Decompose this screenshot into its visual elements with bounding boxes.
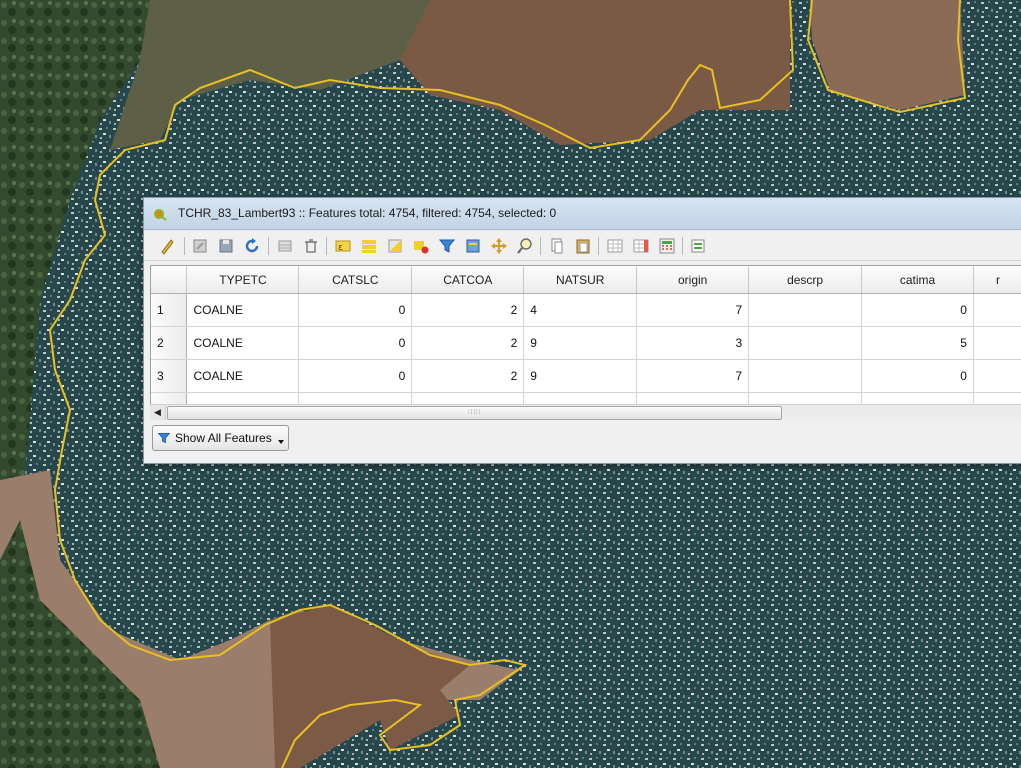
- table-cell[interactable]: 3: [636, 326, 750, 360]
- show-all-features-label: Show All Features: [175, 431, 272, 445]
- deselect-all-icon[interactable]: [410, 235, 432, 257]
- table-cell[interactable]: 2: [411, 326, 525, 360]
- filter-icon: [157, 432, 171, 444]
- table-cell[interactable]: COALNE: [186, 359, 300, 393]
- invert-selection-icon[interactable]: [384, 235, 406, 257]
- table-cell[interactable]: [973, 326, 1021, 360]
- column-header-typetc[interactable]: TYPETC: [186, 266, 300, 294]
- toggle-editing-icon[interactable]: [156, 235, 178, 257]
- table-cell[interactable]: [748, 326, 863, 360]
- row-header[interactable]: 1: [151, 293, 188, 327]
- table-cell[interactable]: [748, 359, 863, 393]
- svg-text:ε: ε: [338, 243, 343, 253]
- table-cell[interactable]: [973, 293, 1021, 327]
- scrollbar-thumb[interactable]: ⁞⁞⁞⁞⁞: [167, 406, 782, 420]
- table-cell[interactable]: 0: [861, 293, 974, 327]
- filter-icon[interactable]: [436, 235, 458, 257]
- column-header-catslc[interactable]: CATSLC: [298, 266, 413, 294]
- header-row: TYPETC CATSLC CATCOA NATSUR origin descr…: [151, 266, 1021, 294]
- horizontal-scrollbar[interactable]: ◀ ⁞⁞⁞⁞⁞: [150, 404, 1021, 420]
- multi-edit-icon[interactable]: [189, 235, 211, 257]
- table-cell[interactable]: 2: [411, 293, 525, 327]
- table-cell[interactable]: 9: [523, 359, 638, 393]
- save-edits-icon[interactable]: [215, 235, 237, 257]
- conditional-formatting-icon[interactable]: [687, 235, 709, 257]
- column-header-descrp[interactable]: descrp: [748, 266, 863, 294]
- attribute-table-toolbar: ε: [144, 230, 1021, 261]
- attribute-table-grid[interactable]: TYPETC CATSLC CATCOA NATSUR origin descr…: [150, 265, 1021, 405]
- window-title: TCHR_83_Lambert93 :: Features total: 475…: [178, 206, 557, 220]
- zoom-to-selected-icon[interactable]: [514, 235, 536, 257]
- scroll-left-icon[interactable]: ◀: [150, 405, 166, 420]
- table-row[interactable]: 1 COALNE 0 2 4 7 0: [151, 293, 1021, 327]
- new-field-icon[interactable]: [604, 235, 626, 257]
- column-header-truncated[interactable]: r: [973, 266, 1021, 294]
- table-cell[interactable]: 0: [861, 359, 974, 393]
- reload-icon[interactable]: [241, 235, 263, 257]
- table-cell[interactable]: COALNE: [186, 326, 300, 360]
- table-cell[interactable]: 5: [861, 326, 974, 360]
- table-cell[interactable]: 0: [298, 326, 413, 360]
- delete-feature-icon[interactable]: [300, 235, 322, 257]
- table-cell[interactable]: 2: [411, 359, 525, 393]
- chevron-down-icon: [277, 440, 284, 444]
- window-titlebar[interactable]: TCHR_83_Lambert93 :: Features total: 475…: [144, 198, 1021, 230]
- add-feature-icon[interactable]: [274, 235, 296, 257]
- table-cell[interactable]: 4: [523, 293, 638, 327]
- column-header-origin[interactable]: origin: [636, 266, 750, 294]
- select-all-icon[interactable]: [358, 235, 380, 257]
- column-header-catima[interactable]: catima: [861, 266, 974, 294]
- table-cell[interactable]: 7: [636, 359, 750, 393]
- table-row[interactable]: 3 COALNE 0 2 9 7 0: [151, 359, 1021, 393]
- move-selection-top-icon[interactable]: [462, 235, 484, 257]
- row-header[interactable]: 3: [151, 359, 188, 393]
- qgis-icon: [154, 209, 167, 221]
- copy-rows-icon[interactable]: [546, 235, 568, 257]
- delete-field-icon[interactable]: [630, 235, 652, 257]
- paste-icon[interactable]: [572, 235, 594, 257]
- table-row[interactable]: 2 COALNE 0 2 9 3 5: [151, 326, 1021, 360]
- show-all-features-button[interactable]: Show All Features: [152, 425, 289, 451]
- table-cell[interactable]: [748, 293, 863, 327]
- column-header-natsur[interactable]: NATSUR: [523, 266, 638, 294]
- row-header[interactable]: 2: [151, 326, 188, 360]
- corner-cell[interactable]: [151, 266, 188, 294]
- pan-to-selected-icon[interactable]: [488, 235, 510, 257]
- attribute-table-window[interactable]: TCHR_83_Lambert93 :: Features total: 475…: [143, 197, 1021, 464]
- column-header-catcoa[interactable]: CATCOA: [411, 266, 525, 294]
- table-cell[interactable]: COALNE: [186, 293, 300, 327]
- field-calculator-icon[interactable]: [656, 235, 678, 257]
- table-cell[interactable]: 0: [298, 293, 413, 327]
- table-cell[interactable]: 9: [523, 326, 638, 360]
- select-by-expression-icon[interactable]: ε: [332, 235, 354, 257]
- table-cell[interactable]: 7: [636, 293, 750, 327]
- table-cell[interactable]: [973, 359, 1021, 393]
- table-cell[interactable]: 0: [298, 359, 413, 393]
